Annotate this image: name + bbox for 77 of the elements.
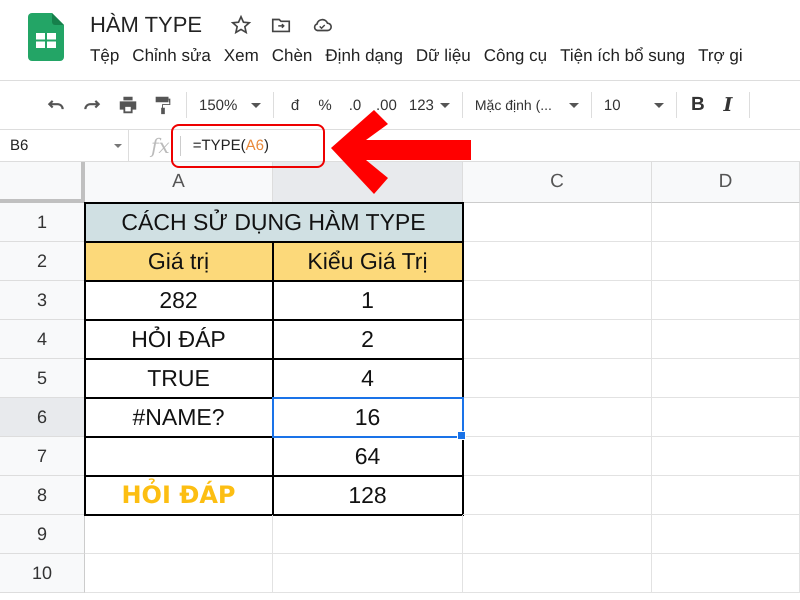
caret-icon [440,102,450,108]
empty-cell[interactable] [652,203,800,242]
empty-cell[interactable] [652,359,800,398]
format-button[interactable]: .0 [346,96,364,114]
header-cell[interactable]: Kiểu Giá Trị [273,242,463,281]
menu-item[interactable]: Tiện ích bổ sung [560,46,686,66]
row-header[interactable]: 3 [0,281,85,320]
caret-icon [568,102,579,108]
empty-cell[interactable] [652,281,800,320]
menu-item[interactable]: Trợ gi [698,46,743,66]
menu-item[interactable]: Công cụ [484,46,548,66]
row-header[interactable]: 10 [0,554,85,593]
empty-cell[interactable] [652,437,800,476]
format-button[interactable]: đ [286,96,304,114]
select-all-corner[interactable] [0,162,85,203]
row-header[interactable]: 6 [0,398,85,437]
sheets-logo-icon[interactable] [28,13,64,61]
formula-input[interactable]: =TYPE(A6) [180,136,269,156]
empty-cell[interactable] [463,398,652,437]
empty-cell[interactable] [463,515,652,554]
empty-cell[interactable] [463,437,652,476]
menu-item[interactable]: Tệp [90,46,120,66]
table-cell[interactable]: 282 [85,281,273,320]
row-header[interactable]: 2 [0,242,85,281]
row-header[interactable]: 8 [0,476,85,515]
empty-cell[interactable] [463,281,652,320]
empty-cell[interactable] [652,515,800,554]
star-icon[interactable] [230,14,252,36]
zoom-dropdown[interactable]: 150% [199,96,261,114]
table-cell[interactable]: 2 [273,320,463,359]
empty-cell[interactable] [463,476,652,515]
column-header[interactable]: C [463,162,652,203]
font-size-dropdown[interactable]: 10 [604,96,664,114]
menu-item[interactable]: Xem [224,46,259,66]
table-cell[interactable]: 128 [273,476,463,515]
column-header[interactable]: D [652,162,800,203]
empty-cell[interactable] [463,320,652,359]
empty-cell[interactable] [652,242,800,281]
table-cell[interactable]: #NAME? [85,398,273,437]
menu-item[interactable]: Chỉnh sửa [132,46,211,66]
format-button[interactable]: % [316,96,334,114]
empty-cell[interactable] [463,554,652,593]
bold-button[interactable]: B [688,94,707,116]
empty-cell[interactable] [652,476,800,515]
table-cell[interactable]: HỎI ĐÁP [85,320,273,359]
menu-item[interactable]: Dữ liệu [416,46,471,66]
row-header[interactable]: 1 [0,203,85,242]
caret-icon [251,102,261,108]
number-format-dropdown[interactable]: 123 [408,96,450,114]
empty-cell[interactable] [652,320,800,359]
menu-item[interactable]: Chèn [272,46,312,66]
name-box[interactable]: B6 [0,130,129,161]
header-cell[interactable]: Giá trị [85,242,273,281]
fill-handle[interactable] [457,431,466,440]
format-button[interactable]: .00 [376,96,397,114]
caret-icon [654,102,664,108]
empty-cell[interactable] [273,554,463,593]
row-header[interactable]: 7 [0,437,85,476]
table-cell[interactable]: 4 [273,359,463,398]
document-title[interactable]: HÀM TYPE [90,12,202,38]
table-cell[interactable]: TRUE [85,359,273,398]
empty-cell[interactable] [652,398,800,437]
row-header[interactable]: 5 [0,359,85,398]
row-header[interactable]: 4 [0,320,85,359]
empty-cell[interactable] [273,515,463,554]
font-dropdown[interactable]: Mặc định (... [474,97,579,113]
table-cell[interactable]: 16 [273,398,463,437]
table-cell[interactable]: 64 [273,437,463,476]
table-cell[interactable]: CÁCH SỬ DỤNG HÀM TYPE [85,203,463,242]
empty-cell[interactable] [463,359,652,398]
row-header[interactable]: 9 [0,515,85,554]
table-cell[interactable]: 1 [273,281,463,320]
italic-button[interactable]: I [718,94,737,116]
column-header[interactable]: A [85,162,273,203]
function-label: fx [151,134,171,158]
empty-cell[interactable] [652,554,800,593]
menu-item[interactable]: Định dạng [325,46,403,66]
